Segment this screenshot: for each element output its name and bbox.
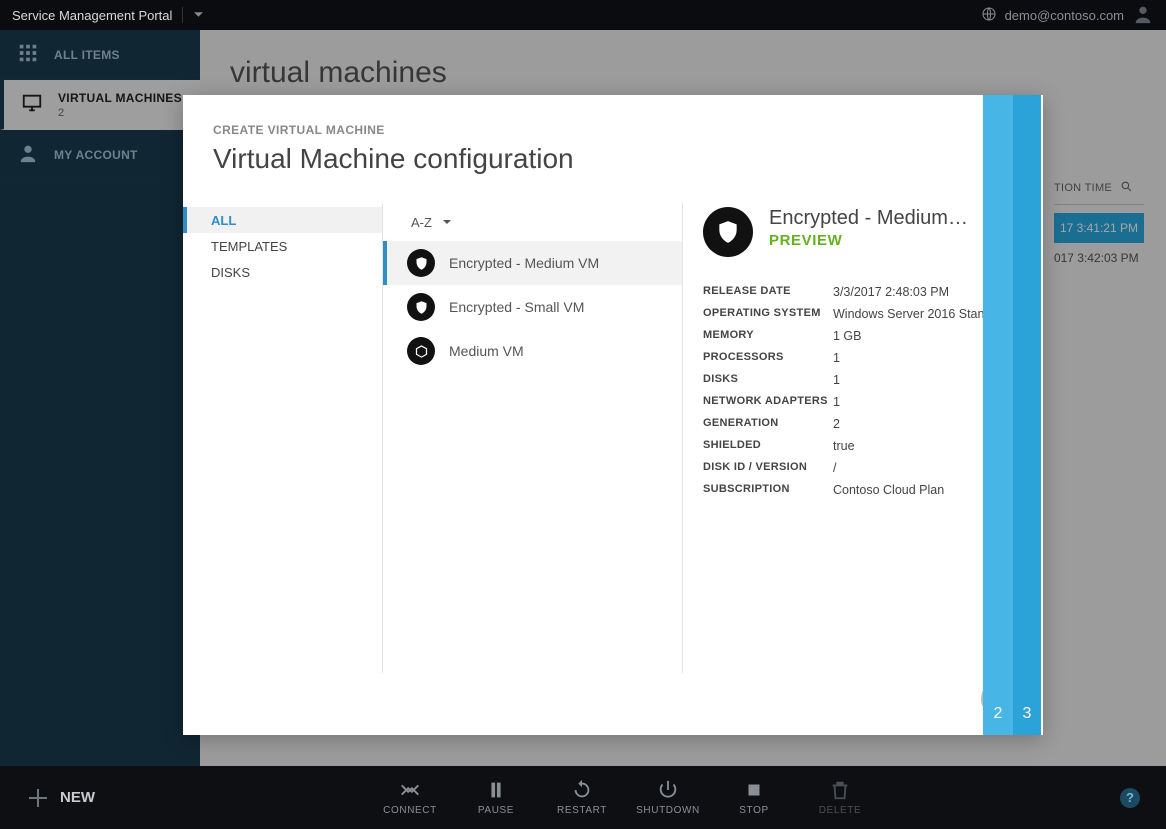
person-icon <box>14 142 42 167</box>
delete-button: DELETE <box>797 779 883 816</box>
wizard-step-2-bar[interactable]: 2 <box>983 95 1013 735</box>
command-bar: NEW CONNECT PAUSE RESTART SHUTDOWN STOP DELET… <box>0 766 1166 829</box>
spec-row: SHIELDEDtrue <box>703 435 1019 457</box>
cmd-label: DELETE <box>819 805 862 816</box>
template-list: A-Z Encrypted - Medium VM Encrypted - Sma… <box>383 203 683 673</box>
spec-key: GENERATION <box>703 417 833 431</box>
spec-row: DISKS1 <box>703 369 1019 391</box>
template-name: Encrypted - Medium … <box>769 207 969 230</box>
shutdown-button[interactable]: SHUTDOWN <box>625 779 711 816</box>
template-option[interactable]: Medium VM <box>383 329 682 373</box>
modal-nav-all[interactable]: ALL <box>183 207 382 233</box>
cmd-label: RESTART <box>557 805 607 816</box>
sort-dropdown[interactable]: A-Z <box>383 203 682 241</box>
chevron-down-icon[interactable] <box>193 8 204 23</box>
spec-key: OPERATING SYSTEM <box>703 307 833 321</box>
spec-key: DISK ID / VERSION <box>703 461 833 475</box>
modal-body: ALLTEMPLATESDISKS A-Z Encrypted - Medium… <box>183 203 1043 673</box>
topbar: Service Management Portal demo@contoso.c… <box>0 0 1166 30</box>
cmd-label: STOP <box>739 805 768 816</box>
page-title: virtual machines <box>230 56 1136 90</box>
portal-title: Service Management Portal <box>12 8 172 23</box>
search-icon[interactable] <box>1120 180 1133 196</box>
spec-row: DISK ID / VERSION/ <box>703 457 1019 479</box>
wizard-step-3-bar[interactable]: 3 <box>1013 95 1041 735</box>
create-vm-modal: ✕ CREATE VIRTUAL MACHINE Virtual Machine… <box>183 95 1043 735</box>
spec-row: RELEASE DATE3/3/2017 2:48:03 PM <box>703 281 1019 303</box>
template-label: Encrypted - Medium VM <box>449 255 599 271</box>
help-button[interactable]: ? <box>1120 788 1140 808</box>
grid-icon <box>14 42 42 67</box>
spec-row: NETWORK ADAPTERS1 <box>703 391 1019 413</box>
template-option[interactable]: Encrypted - Medium VM <box>383 241 682 285</box>
restart-button[interactable]: RESTART <box>539 779 625 816</box>
spec-key: MEMORY <box>703 329 833 343</box>
template-option[interactable]: Encrypted - Small VM <box>383 285 682 329</box>
topbar-divider <box>182 7 183 23</box>
sidebar-item-label: ALL ITEMS <box>54 48 120 62</box>
preview-badge: PREVIEW <box>769 232 969 249</box>
spec-key: PROCESSORS <box>703 351 833 365</box>
monitor-icon <box>18 92 46 117</box>
spec-row: MEMORY1 GB <box>703 325 1019 347</box>
shield-icon <box>407 249 435 277</box>
spec-key: SUBSCRIPTION <box>703 483 833 497</box>
cmd-label: CONNECT <box>383 805 437 816</box>
pause-button[interactable]: PAUSE <box>453 779 539 816</box>
cmd-label: SHUTDOWN <box>636 805 700 816</box>
spec-key: NETWORK ADAPTERS <box>703 395 833 409</box>
table-row[interactable]: 17 3:41:21 PM <box>1054 213 1144 243</box>
sidebar-item-count: 2 <box>58 107 64 119</box>
details-header: Encrypted - Medium … PREVIEW <box>703 207 1019 257</box>
sidebar-item-virtual-machines[interactable]: VIRTUAL MACHINES 2 <box>0 80 200 130</box>
template-label: Medium VM <box>449 343 524 359</box>
modal-nav: ALLTEMPLATESDISKS <box>183 203 383 673</box>
spec-key: SHIELDED <box>703 439 833 453</box>
cube-icon <box>407 337 435 365</box>
globe-icon[interactable] <box>981 6 997 25</box>
modal-nav-disks[interactable]: DISKS <box>183 259 382 285</box>
vm-table-fragment: TION TIME 17 3:41:21 PM017 3:42:03 PM <box>1054 180 1144 273</box>
table-header: TION TIME <box>1054 180 1144 205</box>
modal-nav-templates[interactable]: TEMPLATES <box>183 233 382 259</box>
modal-title: Virtual Machine configuration <box>213 143 1043 175</box>
sidebar-item-label: VIRTUAL MACHINES <box>58 91 182 105</box>
spec-key: DISKS <box>703 373 833 387</box>
shield-icon <box>703 207 753 257</box>
column-creation-time[interactable]: TION TIME <box>1054 182 1112 194</box>
sort-label: A-Z <box>411 215 432 230</box>
stop-button[interactable]: STOP <box>711 779 797 816</box>
table-row[interactable]: 017 3:42:03 PM <box>1054 243 1144 273</box>
cmd-label: PAUSE <box>478 805 514 816</box>
topbar-right: demo@contoso.com <box>981 3 1154 28</box>
step-3-label: 3 <box>1013 693 1041 735</box>
sidebar: ALL ITEMS VIRTUAL MACHINES 2 MY ACCOUNT <box>0 30 200 766</box>
spec-key: RELEASE DATE <box>703 285 833 299</box>
modal-kicker: CREATE VIRTUAL MACHINE <box>213 123 1043 137</box>
spec-table: RELEASE DATE3/3/2017 2:48:03 PMOPERATING… <box>703 281 1019 501</box>
topbar-left: Service Management Portal <box>12 7 204 23</box>
sidebar-item-all-items[interactable]: ALL ITEMS <box>0 30 200 80</box>
spec-row: PROCESSORS1 <box>703 347 1019 369</box>
connect-button[interactable]: CONNECT <box>367 779 453 816</box>
chevron-down-icon <box>442 217 452 227</box>
step-2-label: 2 <box>983 693 1013 735</box>
spec-row: OPERATING SYSTEMWindows Server 2016 Stan… <box>703 303 1019 325</box>
new-label: NEW <box>60 789 95 806</box>
spec-row: GENERATION2 <box>703 413 1019 435</box>
sidebar-item-my-account[interactable]: MY ACCOUNT <box>0 130 200 180</box>
sidebar-item-label: MY ACCOUNT <box>54 148 138 162</box>
avatar-icon[interactable] <box>1132 3 1154 28</box>
user-email[interactable]: demo@contoso.com <box>1005 8 1124 23</box>
new-button[interactable]: NEW <box>26 786 95 810</box>
spec-row: SUBSCRIPTIONContoso Cloud Plan <box>703 479 1019 501</box>
shield-icon <box>407 293 435 321</box>
template-label: Encrypted - Small VM <box>449 299 584 315</box>
